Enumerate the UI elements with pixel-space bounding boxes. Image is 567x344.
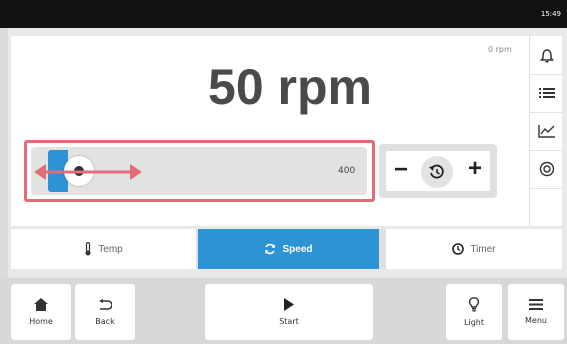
chart-button[interactable] — [530, 113, 563, 149]
tab-timer-label: Timer — [470, 243, 496, 255]
status-bar: 15:49 — [0, 0, 567, 28]
home-button[interactable]: Home — [11, 284, 71, 340]
home-label: Home — [29, 317, 53, 326]
right-toolbar — [529, 36, 563, 226]
back-button[interactable]: Back — [75, 284, 135, 340]
tab-speed[interactable]: Speed — [198, 229, 379, 269]
menu-icon — [529, 299, 543, 310]
tab-speed-label: Speed — [282, 243, 313, 255]
list-button[interactable] — [530, 75, 563, 111]
home-icon — [34, 298, 48, 311]
clock-icon — [452, 243, 465, 255]
list-icon — [538, 88, 555, 98]
play-icon — [284, 298, 294, 311]
menu-button[interactable]: Menu — [508, 284, 564, 340]
back-icon — [99, 298, 112, 310]
bell-icon — [539, 49, 554, 63]
notifications-button[interactable] — [530, 38, 563, 74]
slider-max-label: 400 — [338, 166, 356, 176]
decrease-button[interactable]: − — [392, 157, 410, 183]
back-label: Back — [95, 316, 115, 326]
tab-timer[interactable]: Timer — [386, 229, 562, 269]
rotate-icon — [265, 243, 276, 255]
record-button[interactable] — [530, 151, 563, 187]
light-button[interactable]: Light — [446, 284, 502, 340]
history-icon — [429, 164, 444, 179]
light-label: Light — [464, 318, 484, 327]
speed-setpoint: 50 rpm — [208, 59, 372, 115]
start-button[interactable]: Start — [205, 284, 373, 340]
light-bulb-icon — [469, 297, 479, 312]
chart-icon — [537, 125, 555, 138]
drag-arrows-icon — [34, 164, 142, 180]
thermometer-icon — [85, 242, 91, 256]
reset-button[interactable] — [421, 156, 453, 188]
tab-temp[interactable]: Temp — [11, 229, 196, 269]
increase-button[interactable]: + — [466, 156, 484, 182]
start-label: Start — [279, 317, 299, 326]
menu-label: Menu — [525, 316, 547, 325]
status-time: 15:49 — [540, 10, 561, 18]
record-icon — [539, 161, 554, 177]
current-speed-readout: 0 rpm — [488, 45, 512, 54]
tab-temp-label: Temp — [98, 243, 123, 255]
